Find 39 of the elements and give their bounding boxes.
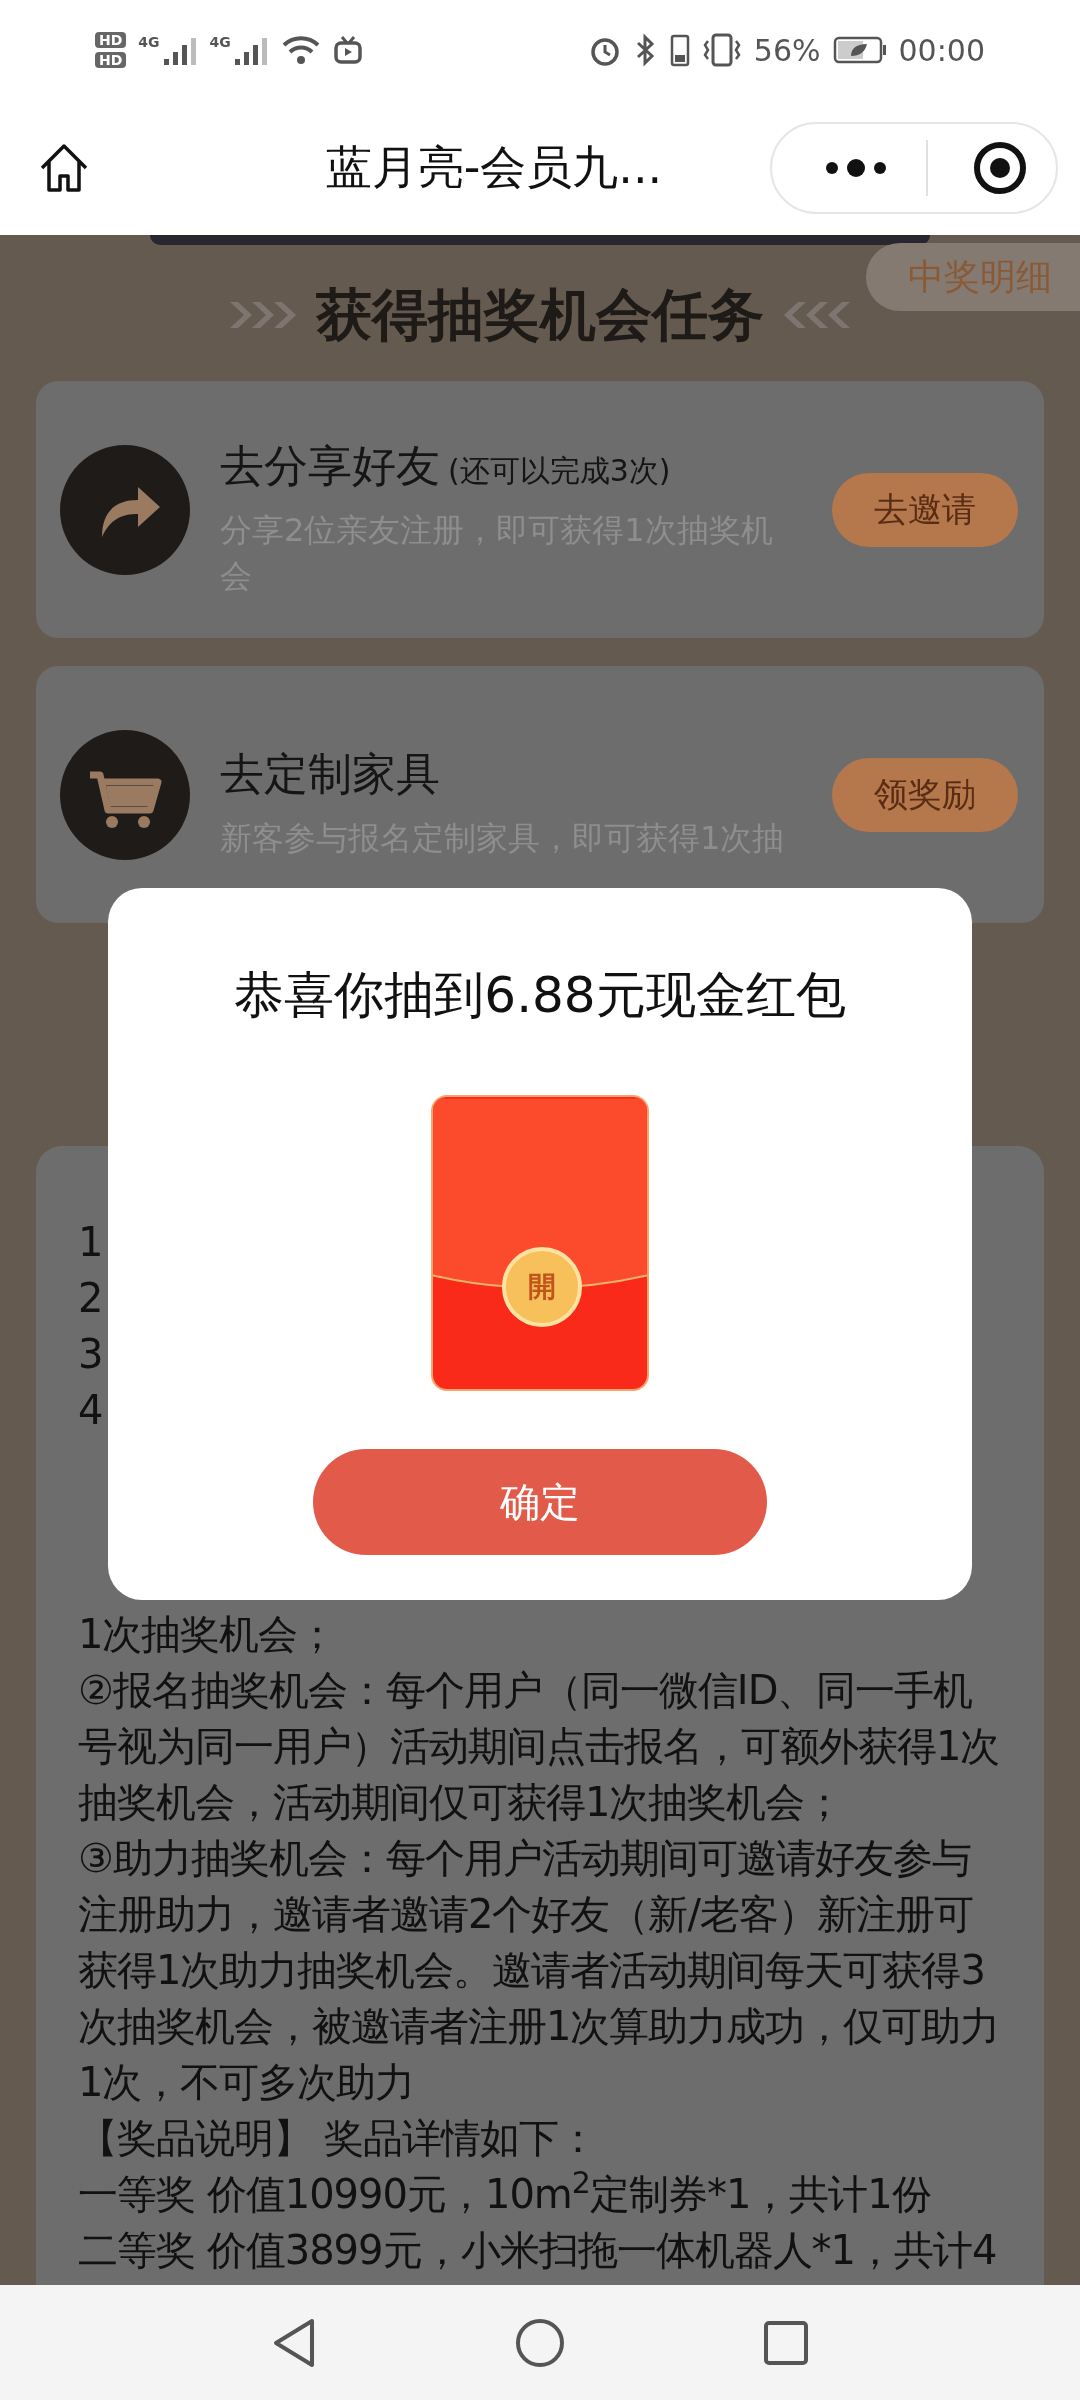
sim-label: HD [95,52,127,68]
envelope-seal[interactable]: 開 [502,1247,582,1327]
cart-icon [60,729,190,860]
rule-text: 【奖品说明】 奖品详情如下： [78,2114,598,2163]
rule-text: 1次抽奖机会； [78,1610,338,1659]
rule-text: 2 [78,1274,103,1323]
home-icon[interactable] [38,141,90,194]
task-title: 去分享好友 [220,438,440,493]
section-title: 获得抽奖机会任务 [316,281,764,349]
dialog-title: 恭喜你抽到6.88元现金红包 [234,965,846,1026]
rule-text: ③助力抽奖机会：每个用户活动期间可邀请好友参与注册助力，邀请者邀请2个好友（新/老客）新注册可获得1次助力抽奖机会。邀请者活动期间每天可获得3次抽奖机会，被邀请者注册1次算助力成功，仅可助力1次，不可多次助力 [78,1834,1001,2107]
task-title: 去定制家具 [220,746,440,801]
confirm-button[interactable]: 确定 [313,1449,767,1555]
more-icon[interactable] [824,157,888,178]
vibrate-icon [701,33,742,67]
network-label: 4G [209,35,231,49]
rule-text: 1 [78,1218,103,1267]
phone-battery-icon [669,33,690,67]
battery-icon [832,36,887,64]
signal-icon [163,35,198,65]
task-note: (还可以完成3次) [448,451,671,490]
rule-text: ②报名抽奖机会：每个用户（同一微信ID、同一手机号视为同一用户）活动期间点击报名，可额外获得1次抽奖机会，活动期间仅可获得1次抽奖机会； [78,1666,1001,1827]
home-circle-icon[interactable] [514,2316,566,2369]
signal-icon [234,35,269,65]
close-target-icon[interactable] [972,139,1028,196]
recents-icon[interactable] [762,2318,810,2367]
task-button[interactable]: 领奖励 [832,757,1018,832]
battery-percent: 56% [753,31,821,70]
task-button[interactable]: 去邀请 [832,472,1018,547]
clock-time: 00:00 [898,31,985,70]
tv-icon [332,35,363,65]
rule-text: 4 [78,1386,103,1435]
network-label: 4G [138,35,160,49]
sim-label: HD [95,32,127,48]
rule-text: 一等奖 价值10990元，10m$^{2}$定制券*1，共计1份 [78,2166,932,2219]
rule-text: 3 [78,1330,103,1379]
page-title: 蓝月亮-会员九... [325,139,663,196]
wifi-icon [280,34,321,66]
rule-text: 二等奖 价值3899元，小米扫拖一体机器人*1，共计4 [78,2226,998,2275]
